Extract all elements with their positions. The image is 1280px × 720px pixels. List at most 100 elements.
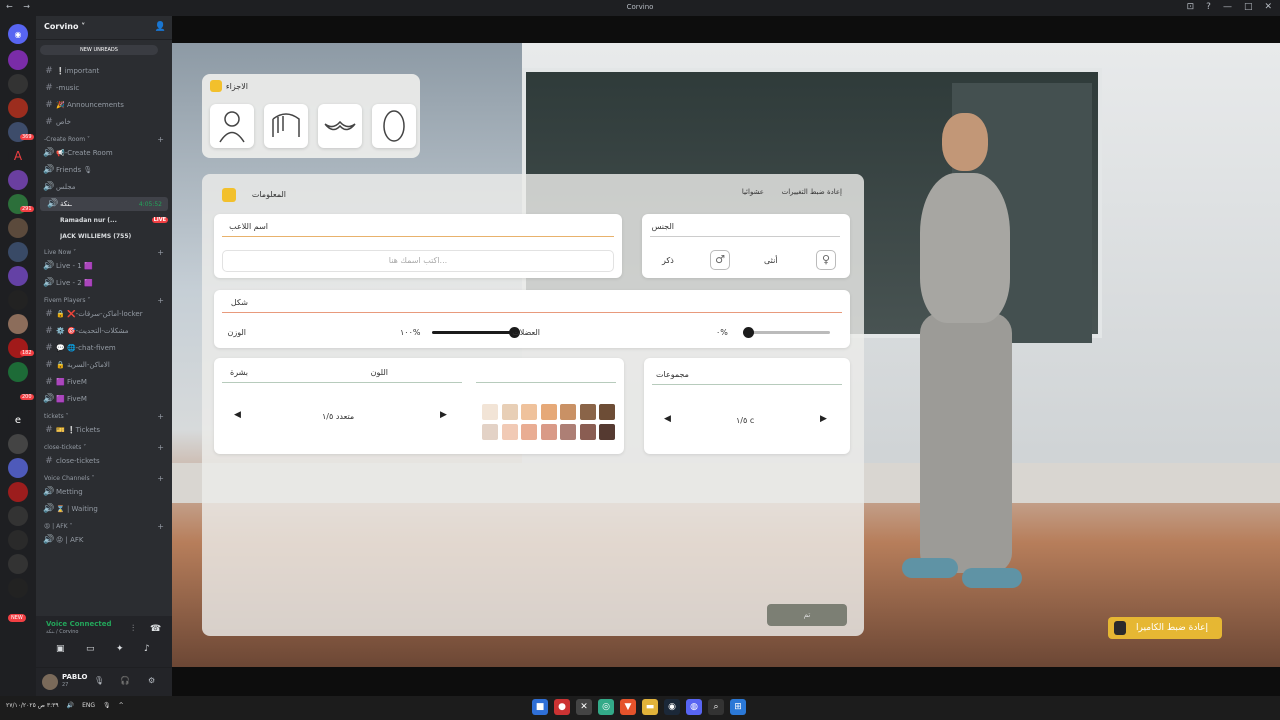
reset-changes-button[interactable]: إعادة ضبط التغييرات: [782, 188, 842, 196]
skin-color-swatch[interactable]: [540, 404, 557, 420]
server-icon[interactable]: A: [8, 146, 28, 166]
channel-item[interactable]: # 💬 🌐-chat-fivem: [36, 341, 172, 355]
server-icon[interactable]: e: [8, 410, 28, 430]
maximize-button[interactable]: □: [1244, 2, 1253, 12]
server-icon[interactable]: [8, 362, 28, 382]
add-channel-icon[interactable]: +: [157, 135, 164, 144]
channel-category[interactable]: close-tickets ˅ +: [36, 440, 172, 454]
skin-color-swatch[interactable]: [579, 424, 596, 440]
skin-color-swatch[interactable]: [521, 404, 537, 420]
brave-icon[interactable]: ▼: [620, 699, 636, 715]
channel-item[interactable]: 🔊 😡 | AFK: [36, 533, 172, 547]
volume-icon[interactable]: 🔊: [67, 702, 74, 709]
disconnect-icon[interactable]: ☎: [150, 624, 161, 634]
player-name-input[interactable]: اكتب اسمك هنا...: [222, 250, 614, 272]
confirm-button[interactable]: تم: [767, 604, 847, 626]
app-icon[interactable]: ●: [554, 699, 570, 715]
channel-item[interactable]: 🔊 Metting: [36, 485, 172, 499]
skin-prev-arrow[interactable]: ◀: [234, 410, 241, 420]
add-channel-icon[interactable]: +: [157, 296, 164, 305]
skin-color-swatch[interactable]: [560, 404, 576, 420]
add-channel-icon[interactable]: +: [157, 443, 164, 452]
server-icon[interactable]: [8, 434, 28, 454]
hair-button[interactable]: [264, 104, 308, 148]
server-icon[interactable]: [8, 50, 28, 70]
voice-user[interactable]: JACK WILLIEMS (755): [36, 229, 172, 243]
server-icon[interactable]: [8, 458, 28, 478]
channel-category[interactable]: 😡 | AFK ˅ +: [36, 519, 172, 533]
help-icon[interactable]: ?: [1206, 2, 1211, 12]
add-channel-icon[interactable]: +: [157, 474, 164, 483]
male-option[interactable]: ذكر: [662, 256, 674, 265]
beard-button[interactable]: [318, 104, 362, 148]
server-icon[interactable]: [8, 290, 28, 310]
channel-item[interactable]: 🔊 Live - 1 🟪: [36, 259, 172, 273]
close-button[interactable]: ✕: [1264, 2, 1272, 12]
channel-item[interactable]: # ⚙️ 🎯-مشكلات-التحديث: [36, 324, 172, 338]
server-icon[interactable]: [8, 266, 28, 286]
channel-item-active[interactable]: 🔊 ـنكة 4:05:52: [40, 197, 168, 211]
camera-icon[interactable]: ▣: [56, 644, 65, 654]
steam-icon[interactable]: ◉: [664, 699, 680, 715]
add-channel-icon[interactable]: +: [157, 522, 164, 531]
inbox-icon[interactable]: ⊡: [1187, 2, 1195, 12]
face-button[interactable]: [372, 104, 416, 148]
server-icon[interactable]: [8, 170, 28, 190]
skin-color-swatch[interactable]: [482, 424, 498, 440]
server-icon[interactable]: [8, 482, 28, 502]
channel-item[interactable]: # خاص: [36, 115, 172, 129]
chevron-up-icon[interactable]: ^: [119, 702, 124, 709]
randomize-button[interactable]: عشوائيا: [742, 188, 764, 196]
windows-start-icon[interactable]: ⊞: [730, 699, 746, 715]
invite-icon[interactable]: 👤: [155, 22, 166, 32]
channel-item[interactable]: # 🎫 ❕Tickets: [36, 423, 172, 437]
server-icon[interactable]: [8, 506, 28, 526]
app-icon[interactable]: ■: [532, 699, 548, 715]
groups-next-arrow[interactable]: ▶: [820, 414, 827, 424]
channel-item[interactable]: 🔊 Live - 2 🟪: [36, 276, 172, 290]
add-channel-icon[interactable]: +: [157, 248, 164, 257]
search-icon[interactable]: ⌕: [708, 699, 724, 715]
reset-camera-button[interactable]: إعادة ضبط الكاميرا: [1108, 617, 1222, 639]
channel-item[interactable]: # close-tickets: [36, 454, 172, 468]
app-icon[interactable]: ✕: [576, 699, 592, 715]
username[interactable]: PABLO: [62, 673, 87, 681]
male-icon[interactable]: ♂: [710, 250, 730, 270]
channel-item[interactable]: # 🔒 ❌-أماكن-سرقات-locker: [36, 307, 172, 321]
channel-category[interactable]: tickets ˅ +: [36, 409, 172, 423]
channel-category[interactable]: Voice Channels ˅ +: [36, 471, 172, 485]
channel-item[interactable]: # 🔒 الاماكن-السرية: [36, 358, 172, 372]
server-icon[interactable]: [8, 554, 28, 574]
discord-icon[interactable]: ◍: [686, 699, 702, 715]
channel-item[interactable]: # 🎉 Announcements: [36, 98, 172, 112]
channel-item[interactable]: # 🟪 FiveM: [36, 375, 172, 389]
soundboard-icon[interactable]: ♪: [144, 644, 150, 654]
groups-prev-arrow[interactable]: ◀: [664, 414, 671, 424]
skin-color-swatch[interactable]: [501, 404, 518, 420]
chrome-icon[interactable]: ◎: [598, 699, 614, 715]
server-icon[interactable]: [8, 242, 28, 262]
muscle-slider[interactable]: [748, 331, 830, 334]
voice-user[interactable]: Ramadan nur (... LIVE: [36, 213, 172, 227]
channel-item[interactable]: 🔊 📢-Create Room: [36, 146, 172, 160]
channel-item[interactable]: 🔊 مجلس: [36, 180, 172, 194]
server-icon[interactable]: [8, 218, 28, 238]
skin-color-swatch[interactable]: [540, 424, 557, 440]
skin-color-swatch[interactable]: [599, 404, 615, 420]
channel-item[interactable]: 🔊 Friends 🎙: [36, 163, 172, 177]
channel-item[interactable]: # ❕important: [36, 64, 172, 78]
server-header[interactable]: Corvino ˅ 👤: [36, 16, 172, 40]
language-indicator[interactable]: ENG: [82, 702, 95, 709]
skin-color-swatch[interactable]: [482, 404, 498, 420]
noise-suppression-icon[interactable]: ⫶: [132, 624, 134, 634]
discord-home-icon[interactable]: ◉: [8, 24, 28, 44]
avatar[interactable]: [42, 674, 58, 690]
server-icon[interactable]: [8, 530, 28, 550]
skin-color-swatch[interactable]: [599, 424, 615, 440]
channel-item[interactable]: 🔊 ⌛ | Waiting: [36, 502, 172, 516]
female-icon[interactable]: ♀: [816, 250, 836, 270]
channel-category[interactable]: Fivem Players ˅ +: [36, 293, 172, 307]
add-channel-icon[interactable]: +: [157, 412, 164, 421]
skin-next-arrow[interactable]: ▶: [440, 410, 447, 420]
server-icon[interactable]: [8, 578, 28, 598]
